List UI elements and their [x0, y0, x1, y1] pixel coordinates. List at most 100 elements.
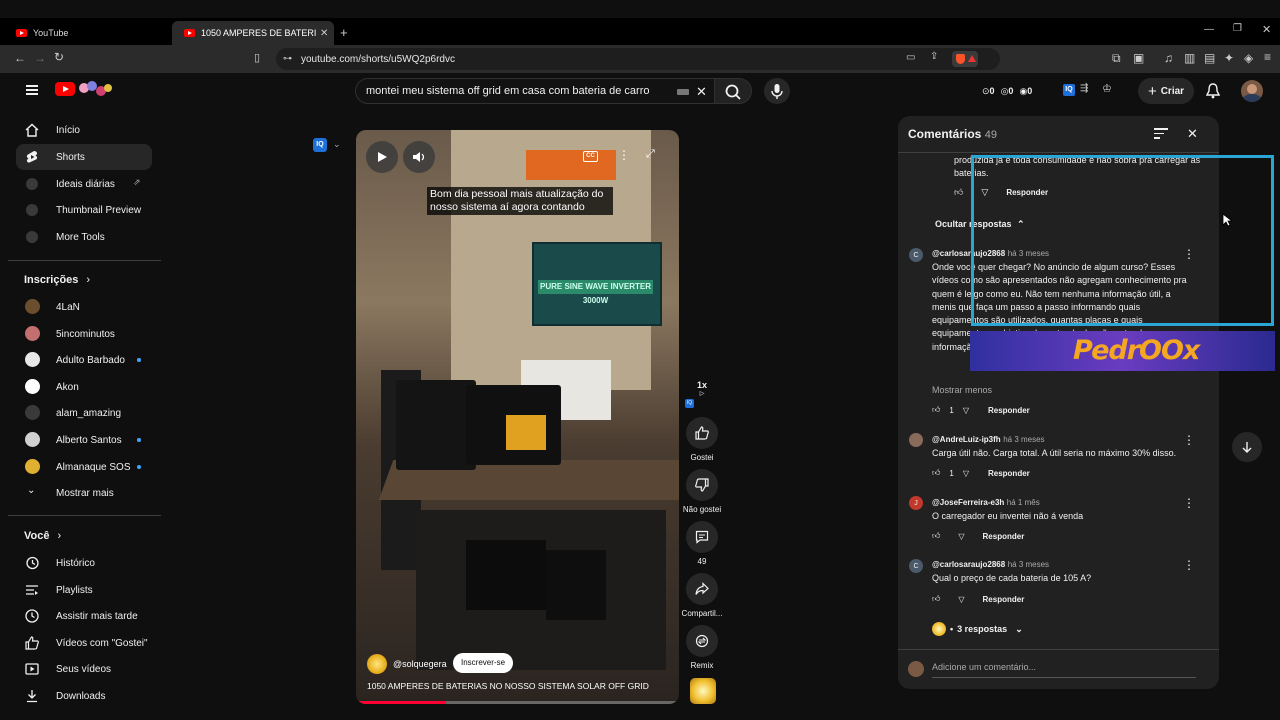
voice-search-button[interactable] [764, 78, 790, 104]
iq-badge-icon[interactable]: IQ [313, 138, 327, 152]
commenter-avatar[interactable] [909, 433, 923, 447]
search-input[interactable]: montei meu sistema off grid em casa com … [355, 78, 715, 104]
comment-more-icon[interactable]: ⋮ [1183, 496, 1195, 510]
reply-button[interactable]: Responder [983, 595, 1025, 604]
progress-track[interactable] [356, 701, 679, 704]
next-video-button[interactable] [1232, 432, 1262, 462]
dislike-icon[interactable]: ▽ [963, 469, 969, 478]
site-info-icon[interactable]: ⊶ [283, 53, 292, 64]
notifications-bell-icon[interactable] [1206, 83, 1220, 99]
commenter-avatar[interactable]: J [909, 496, 923, 510]
brave-shields-icon[interactable] [952, 51, 978, 67]
show-more-button[interactable]: ⌄ Mostrar mais [16, 480, 152, 506]
keyboard-icon[interactable] [677, 89, 689, 95]
commenter-avatar[interactable]: C [909, 559, 923, 573]
channel-avatar[interactable] [367, 654, 387, 674]
subscription-item[interactable]: 4LaN [16, 294, 152, 320]
back-icon[interactable]: ← [14, 51, 26, 65]
music-icon[interactable]: ♫ [1164, 51, 1173, 65]
subscriptions-heading[interactable]: Inscrições › [24, 274, 90, 286]
captions-cc-icon[interactable]: CC [583, 151, 598, 162]
show-less-button[interactable]: Mostrar menos [932, 384, 992, 397]
sidebar-item-more-tools[interactable]: More Tools [16, 224, 152, 250]
more-options-icon[interactable]: ⋮ [618, 148, 630, 162]
dislike-icon[interactable]: ▽ [958, 532, 964, 541]
clear-search-icon[interactable]: ✕ [696, 84, 707, 100]
subscription-item[interactable]: Almanaque SOS [16, 454, 152, 480]
sidebar-item-home[interactable]: Início [16, 117, 152, 143]
ai-icon[interactable]: ✦ [1224, 51, 1234, 65]
tab-youtube[interactable]: YouTube [4, 21, 169, 45]
cast-icon[interactable]: ▭ [906, 52, 915, 63]
menu-icon[interactable]: ≡ [1264, 50, 1271, 64]
tab-video[interactable]: 1050 AMPERES DE BATERIAS NO ✕ [172, 21, 334, 45]
iq-extension-icon[interactable]: IQ [1063, 84, 1075, 96]
shorts-video-player[interactable]: PURE SINE WAVE INVERTER 3000W CC ⋮ ⤢ Bom… [356, 130, 679, 704]
subscription-item[interactable]: Alberto Santos [16, 427, 152, 453]
vpn-icon[interactable]: ◈ [1244, 51, 1253, 65]
award-icon[interactable]: ♔ [1102, 82, 1112, 95]
sidebar-item-history[interactable]: Histórico [16, 550, 152, 576]
sidebar-item-your-videos[interactable]: Seus vídeos [16, 656, 152, 682]
sort-comments-icon[interactable] [1154, 128, 1168, 139]
commenter-avatar[interactable]: C [909, 248, 923, 262]
reply-button[interactable]: Responder [988, 469, 1030, 478]
create-button[interactable]: + Criar [1138, 78, 1194, 104]
close-panel-icon[interactable]: ✕ [1187, 126, 1198, 142]
close-tab-icon[interactable]: ✕ [320, 28, 328, 39]
add-comment-input[interactable]: Adicione um comentário... [932, 662, 1196, 678]
minimize-icon[interactable]: — [1204, 24, 1214, 35]
hamburger-menu-icon[interactable] [26, 85, 38, 95]
view-replies-button[interactable]: • 3 respostas ⌄ [932, 622, 1023, 636]
like-icon[interactable]: 👍︎ [932, 594, 940, 604]
sidebar-toggle-icon[interactable]: ▥ [1184, 51, 1195, 65]
maximize-icon[interactable]: ❐ [1233, 23, 1242, 34]
dislike-button[interactable] [686, 469, 718, 501]
remix-button[interactable] [686, 625, 718, 657]
reload-icon[interactable]: ↻ [54, 50, 64, 64]
reply-button[interactable]: Responder [983, 532, 1025, 541]
sidebar-item-thumbnail-preview[interactable]: Thumbnail Preview [16, 197, 152, 223]
sidebar-item-watch-later[interactable]: Assistir mais tarde [16, 603, 152, 629]
extensions-icon[interactable]: ⧉ [1112, 51, 1121, 66]
sound-thumbnail[interactable] [690, 678, 716, 704]
sidebar-item-liked-videos[interactable]: Vídeos com "Gostei" [16, 630, 152, 656]
play-button[interactable] [366, 141, 398, 173]
subscription-item[interactable]: 5incominutos [16, 321, 152, 347]
dislike-icon[interactable]: ▽ [958, 595, 964, 604]
puzzle-icon[interactable]: ▣ [1133, 51, 1144, 65]
reply-button[interactable]: Responder [988, 406, 1030, 415]
bookmark-icon[interactable]: ▯ [254, 51, 260, 64]
fullscreen-icon[interactable]: ⤢ [646, 148, 655, 161]
playback-speed[interactable]: 1x ▷ [686, 380, 718, 400]
share-page-icon[interactable]: ⇪ [930, 51, 938, 62]
mute-button[interactable] [403, 141, 435, 173]
dislike-icon[interactable]: ▽ [963, 406, 969, 415]
sidebar-item-downloads[interactable]: Downloads [16, 683, 152, 709]
cast-icon[interactable]: ⇶ [1080, 83, 1088, 94]
like-icon[interactable]: 👍︎ [932, 468, 940, 478]
subscription-item[interactable]: Akon [16, 374, 152, 400]
like-icon[interactable]: 👍︎ [932, 405, 940, 415]
youtube-logo-icon[interactable] [55, 82, 75, 96]
you-heading[interactable]: Você › [24, 530, 61, 542]
comment-more-icon[interactable]: ⋮ [1183, 558, 1195, 572]
channel-name[interactable]: @solquegera [393, 659, 447, 669]
search-button[interactable] [714, 78, 752, 104]
sidebar-item-playlists[interactable]: Playlists [16, 577, 152, 603]
sidebar-item-ideias[interactable]: Ideais diárias ⇗ [16, 171, 152, 197]
like-icon[interactable]: 👍︎ [932, 531, 940, 541]
subscribe-button[interactable]: Inscrever-se [453, 653, 514, 673]
account-avatar[interactable] [1241, 80, 1263, 102]
like-icon[interactable]: 👍︎ [954, 187, 963, 198]
like-button[interactable] [686, 417, 718, 449]
url-field[interactable]: ⊶ youtube.com/shorts/u5WQ2p6rdvc [276, 48, 1000, 70]
subscription-item[interactable]: alam_amazing [16, 400, 152, 426]
chevron-down-icon[interactable]: ⌄ [333, 139, 341, 150]
sidebar-item-shorts[interactable]: Shorts [16, 144, 152, 170]
comments-button[interactable] [686, 521, 718, 553]
subscription-item[interactable]: Adulto Barbado [16, 347, 152, 373]
comment-more-icon[interactable]: ⋮ [1183, 433, 1195, 447]
wallet-icon[interactable]: ▤ [1204, 51, 1215, 65]
forward-icon[interactable]: → [34, 51, 46, 65]
